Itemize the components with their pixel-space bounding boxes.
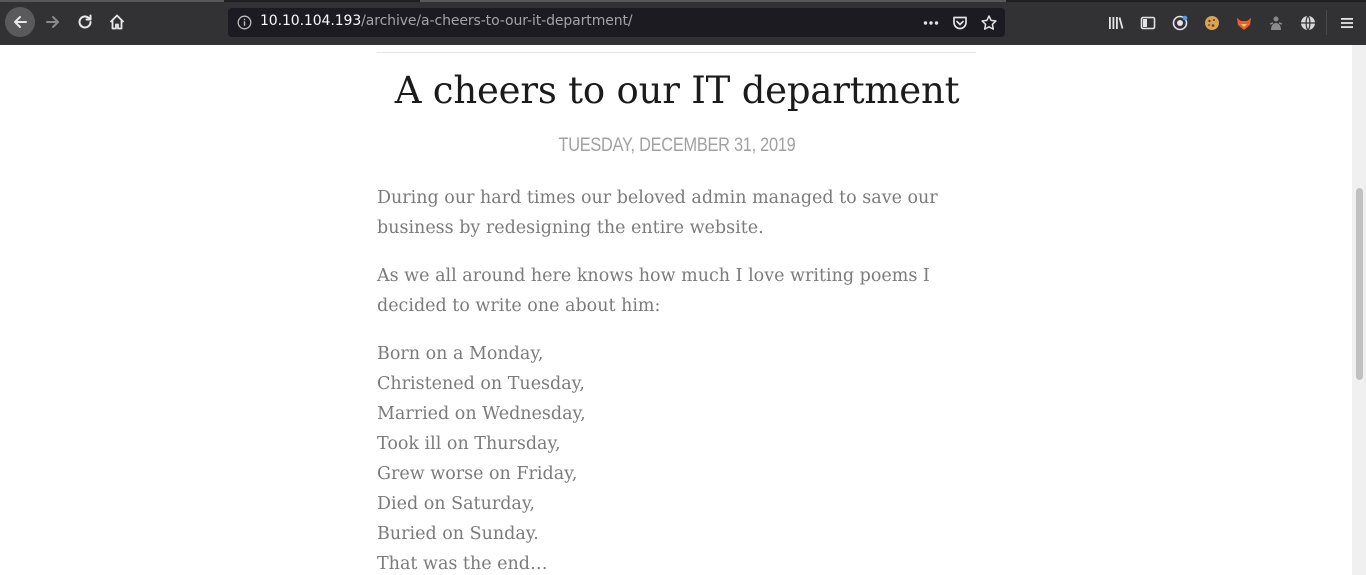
- arrow-right-icon: [46, 16, 59, 28]
- url-text[interactable]: 10.10.104.193/archive/a-cheers-to-our-it…: [260, 13, 633, 29]
- account-icon[interactable]: [1169, 12, 1190, 33]
- info-icon[interactable]: [237, 15, 252, 30]
- poem-line: That was the end…: [377, 554, 548, 574]
- poem-line: Christened on Tuesday,: [377, 374, 585, 394]
- back-button[interactable]: [5, 7, 35, 37]
- cookie-extension-icon[interactable]: [1201, 12, 1222, 33]
- fox-extension-icon[interactable]: [1233, 12, 1254, 33]
- home-button[interactable]: [103, 8, 131, 36]
- star-icon[interactable]: [979, 13, 999, 33]
- poem-line: Took ill on Thursday,: [377, 434, 561, 454]
- toolbar-right-icons: [1105, 12, 1318, 33]
- forward-button[interactable]: [39, 8, 67, 36]
- poem: Born on a Monday, Christened on Tuesday,…: [377, 339, 977, 575]
- post-date: TUESDAY, DECEMBER 31, 2019: [558, 135, 796, 156]
- toolbar-separator: [1326, 10, 1327, 35]
- library-icon[interactable]: [1105, 12, 1126, 33]
- poem-line: Buried on Sunday.: [377, 524, 539, 544]
- url-host: 10.10.104.193: [260, 13, 362, 29]
- reload-button[interactable]: [71, 8, 99, 36]
- url-path: /archive/a-cheers-to-our-it-department/: [361, 13, 633, 29]
- scrollbar-thumb[interactable]: [1356, 188, 1363, 380]
- browser-toolbar: 10.10.104.193/archive/a-cheers-to-our-it…: [0, 0, 1366, 45]
- pocket-icon[interactable]: [950, 13, 970, 33]
- tab-indicator: [0, 0, 224, 2]
- vertical-scrollbar[interactable]: [1352, 45, 1366, 575]
- extension-icon[interactable]: [1265, 12, 1286, 33]
- post-paragraph: As we all around here knows how much I l…: [377, 266, 930, 316]
- page-viewport: A cheers to our IT department TUESDAY, D…: [0, 45, 1352, 575]
- home-icon: [109, 14, 125, 30]
- hamburger-menu-icon[interactable]: [1336, 12, 1357, 33]
- more-horizontal-icon[interactable]: [921, 13, 941, 33]
- arrow-left-icon: [14, 16, 27, 28]
- url-bar[interactable]: 10.10.104.193/archive/a-cheers-to-our-it…: [228, 8, 1005, 37]
- post-title: A cheers to our IT department: [394, 69, 960, 112]
- post-paragraph: During our hard times our beloved admin …: [377, 188, 938, 238]
- url-actions: [921, 13, 999, 33]
- poem-line: Married on Wednesday,: [377, 404, 586, 424]
- poem-line: Died on Saturday,: [377, 494, 535, 514]
- poem-line: Grew worse on Friday,: [377, 464, 578, 484]
- poem-line: Born on a Monday,: [377, 344, 544, 364]
- tab-indicator: [420, 0, 1006, 2]
- globe-icon[interactable]: [1297, 12, 1318, 33]
- divider: [377, 52, 976, 53]
- post-body: During our hard times our beloved admin …: [377, 183, 977, 575]
- reload-icon: [78, 14, 92, 29]
- sidebar-icon[interactable]: [1137, 12, 1158, 33]
